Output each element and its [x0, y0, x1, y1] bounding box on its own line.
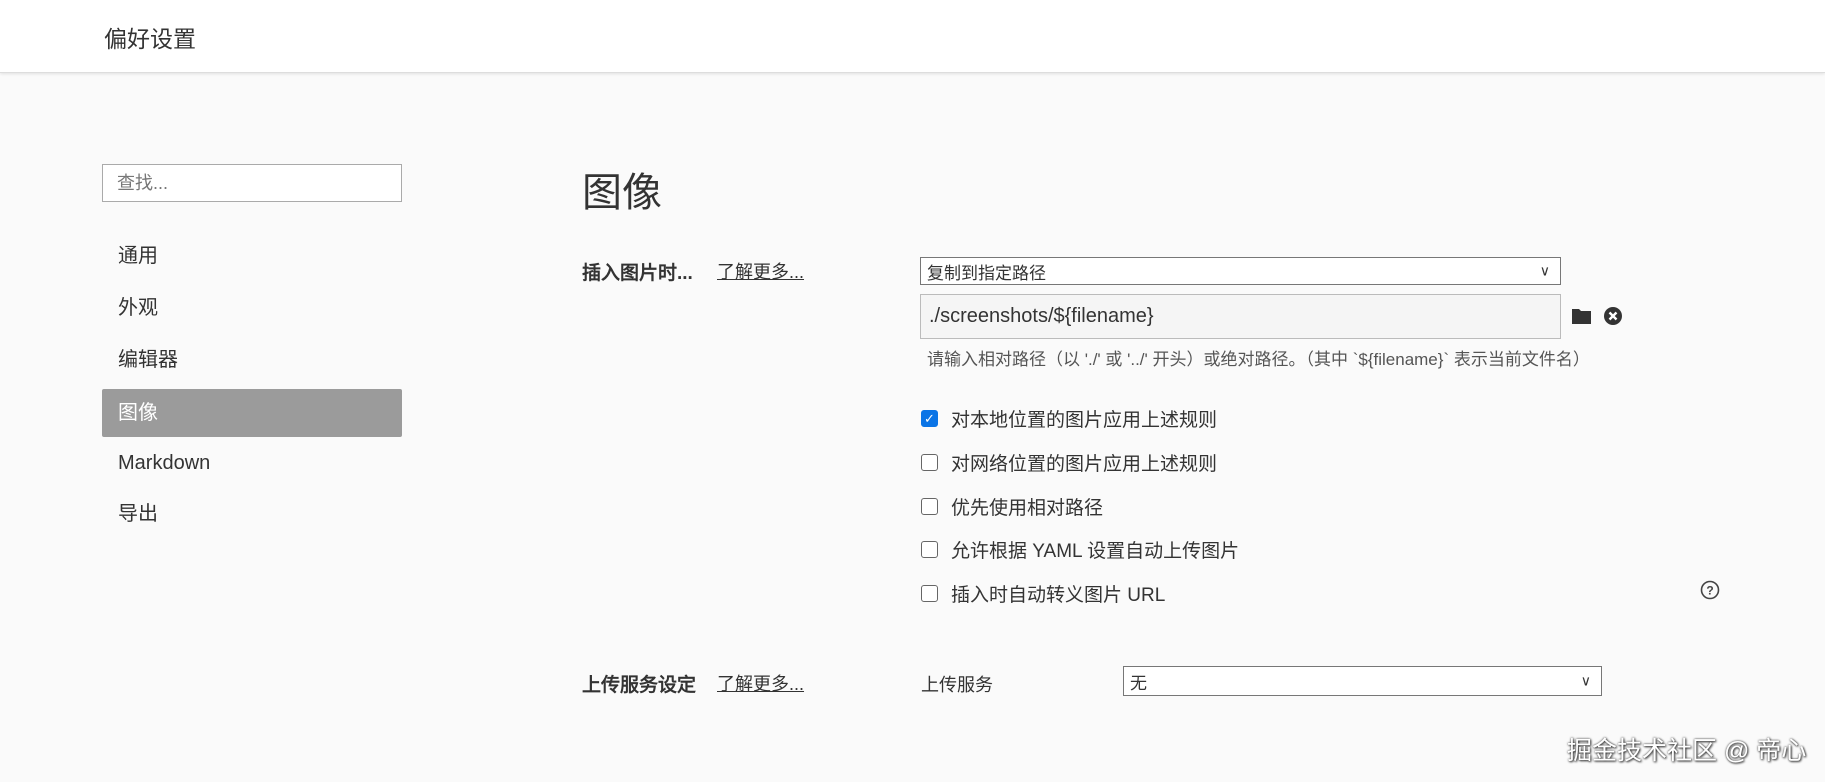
option-local-images[interactable]: ✓ 对本地位置的图片应用上述规则	[921, 405, 1217, 432]
svg-text:?: ?	[1706, 584, 1713, 598]
insert-action-select[interactable]: 复制到指定路径 ∨	[920, 257, 1561, 285]
sidebar-item-editor[interactable]: 编辑器	[102, 336, 402, 384]
insert-learn-more-link[interactable]: 了解更多...	[717, 258, 804, 284]
checkbox[interactable]	[921, 585, 938, 602]
option-label: 允许根据 YAML 设置自动上传图片	[951, 541, 1240, 562]
option-yaml-upload[interactable]: 允许根据 YAML 设置自动上传图片	[921, 536, 1239, 563]
checkbox[interactable]	[921, 454, 938, 471]
chevron-down-icon: ∨	[1539, 262, 1550, 279]
header: 偏好设置	[0, 0, 1825, 73]
image-path-input[interactable]: ./screenshots/${filename}	[920, 294, 1561, 339]
sidebar-item-markdown[interactable]: Markdown	[102, 439, 402, 487]
clear-icon[interactable]	[1604, 307, 1622, 325]
upload-service-label: 上传服务	[921, 675, 993, 695]
upload-settings-label: 上传服务设定	[582, 675, 697, 696]
upload-service-value: 无	[1130, 673, 1147, 693]
search-input[interactable]	[102, 164, 402, 202]
option-label: 对本地位置的图片应用上述规则	[951, 410, 1218, 431]
option-escape-url[interactable]: 插入时自动转义图片 URL	[921, 580, 1165, 607]
sidebar-item-export[interactable]: 导出	[102, 490, 402, 538]
help-icon[interactable]: ?	[1700, 580, 1720, 600]
insert-image-label: 插入图片时...	[582, 263, 693, 284]
option-prefer-relative[interactable]: 优先使用相对路径	[921, 493, 1103, 520]
option-label: 插入时自动转义图片 URL	[951, 585, 1166, 606]
sidebar-item-general[interactable]: 通用	[102, 232, 402, 280]
option-network-images[interactable]: 对网络位置的图片应用上述规则	[921, 449, 1217, 476]
upload-learn-more-link[interactable]: 了解更多...	[717, 670, 804, 696]
sidebar-item-appearance[interactable]: 外观	[102, 284, 402, 332]
chevron-down-icon: ∨	[1580, 672, 1591, 689]
image-path-value: ./screenshots/${filename}	[929, 305, 1154, 327]
path-hint: 请输入相对路径（以 './' 或 '../' 开头）或绝对路径。（其中 `${f…	[927, 350, 1590, 369]
watermark: 掘金技术社区 @ 帝心	[1567, 737, 1807, 765]
checkbox[interactable]	[921, 541, 938, 558]
option-label: 优先使用相对路径	[951, 498, 1104, 519]
checkbox-checked[interactable]: ✓	[921, 410, 938, 427]
option-label: 对网络位置的图片应用上述规则	[951, 454, 1218, 475]
page-title: 图像	[582, 171, 662, 215]
upload-service-select[interactable]: 无 ∨	[1123, 666, 1602, 696]
checkbox[interactable]	[921, 498, 938, 515]
insert-action-value: 复制到指定路径	[927, 263, 1046, 283]
window-title: 偏好设置	[104, 26, 196, 52]
sidebar-item-image[interactable]: 图像	[102, 389, 402, 437]
folder-icon[interactable]	[1572, 307, 1591, 324]
